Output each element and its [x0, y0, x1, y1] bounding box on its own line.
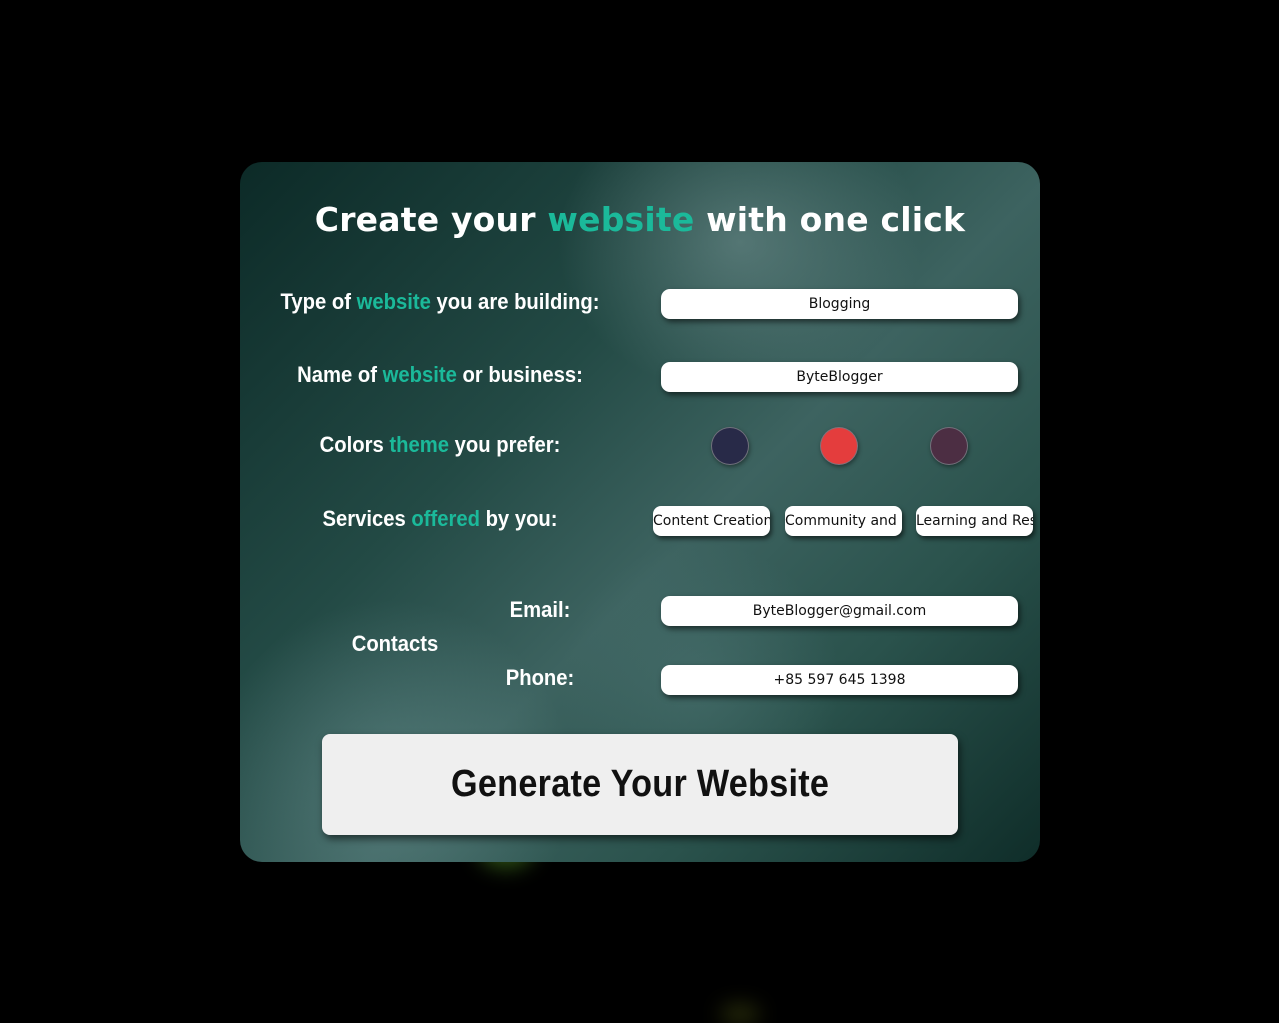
service-input-1[interactable]: Content Creation	[653, 506, 770, 536]
title-text-end: with one click	[694, 200, 966, 239]
label-text-end: you prefer:	[448, 432, 561, 457]
label-text: Name of	[297, 362, 383, 387]
title-accent-text: website	[547, 200, 695, 239]
label-text: Colors	[319, 432, 390, 457]
title-text: Create your	[314, 200, 548, 239]
label-accent-text: website	[382, 362, 457, 387]
phone-label: Phone:	[505, 665, 575, 690]
service-input-2[interactable]: Community and E	[785, 506, 902, 536]
label-text: Type of	[280, 289, 357, 314]
website-type-input[interactable]: Blogging	[661, 289, 1018, 319]
page-background: Create your website with one click Type …	[0, 0, 1279, 1023]
page-title: Create your website with one click	[240, 200, 1040, 239]
label-accent-text: website	[356, 289, 431, 314]
website-generator-card: Create your website with one click Type …	[240, 162, 1040, 862]
label-text-end: or business:	[456, 362, 583, 387]
label-text: Services	[322, 506, 412, 531]
website-name-input[interactable]: ByteBlogger	[661, 362, 1018, 392]
label-text-end: by you:	[479, 506, 558, 531]
generate-website-button[interactable]: Generate Your Website	[322, 734, 958, 835]
email-label: Email:	[509, 597, 571, 622]
generate-button-label: Generate Your Website	[450, 763, 830, 805]
label-accent-text: theme	[389, 432, 449, 457]
phone-input[interactable]: +85 597 645 1398	[661, 665, 1018, 695]
glow-orb-decoration	[720, 1004, 760, 1023]
services-label: Services offered by you:	[274, 506, 605, 532]
color-swatch-2[interactable]	[820, 427, 858, 465]
label-text-end: you are building:	[430, 289, 600, 314]
label-accent-text: offered	[411, 506, 480, 531]
website-name-label: Name of website or business:	[274, 362, 605, 388]
website-type-label: Type of website you are building:	[274, 289, 605, 315]
contacts-label: Contacts	[351, 631, 439, 656]
color-swatch-3[interactable]	[930, 427, 968, 465]
email-input[interactable]: ByteBlogger@gmail.com	[661, 596, 1018, 626]
service-input-3[interactable]: Learning and Res	[916, 506, 1033, 536]
color-swatch-1[interactable]	[711, 427, 749, 465]
color-theme-label: Colors theme you prefer:	[274, 432, 605, 458]
